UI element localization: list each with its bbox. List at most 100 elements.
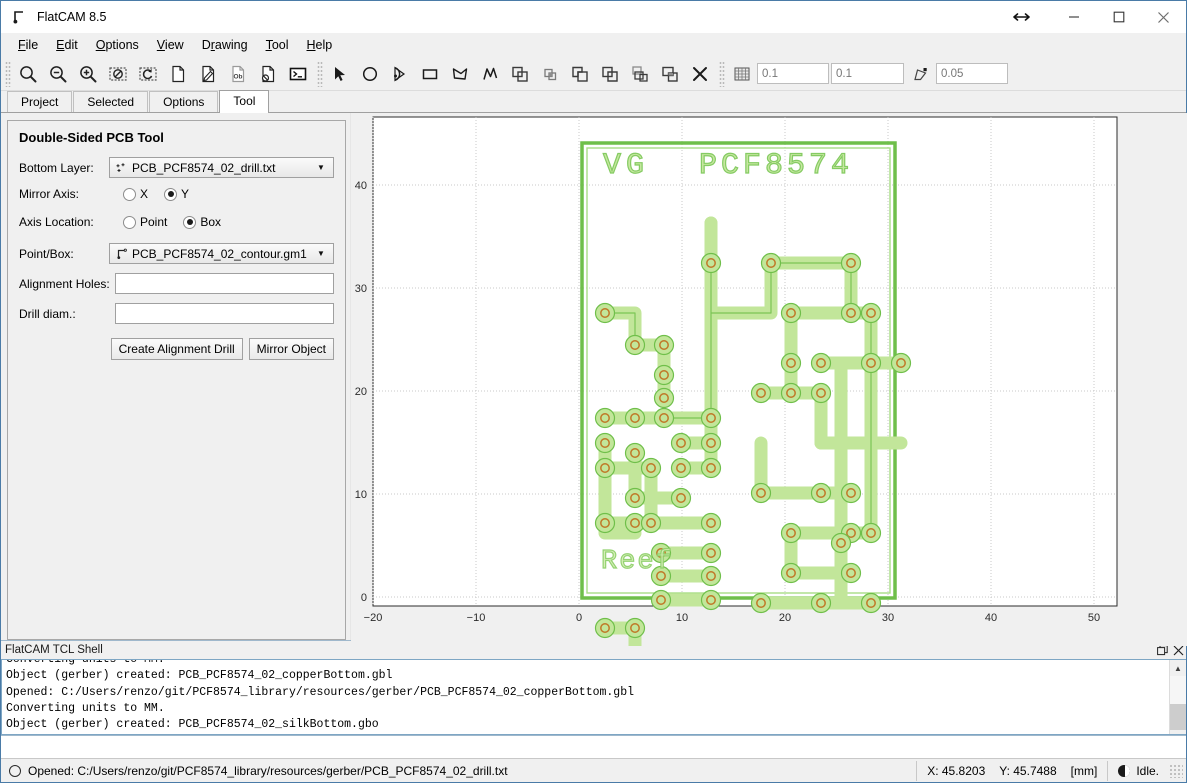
intersection-icon[interactable]	[535, 60, 565, 88]
menu-tool[interactable]: Tool	[257, 35, 298, 55]
drill-diam-input[interactable]	[115, 303, 334, 324]
pcb-pad	[780, 562, 802, 584]
snap-max-distance-input[interactable]	[936, 63, 1008, 84]
chevron-down-icon-2[interactable]: ▼	[312, 249, 330, 258]
new-project-icon[interactable]	[163, 60, 193, 88]
tab-tool[interactable]: Tool	[219, 90, 270, 113]
toolbar-grip-3[interactable]	[719, 60, 725, 87]
scroll-up-icon[interactable]: ▲	[1170, 660, 1186, 676]
select-arrow-icon[interactable]	[325, 60, 355, 88]
open-excellon-icon[interactable]	[253, 60, 283, 88]
polygon-icon[interactable]	[445, 60, 475, 88]
scroll-track[interactable]	[1170, 676, 1186, 730]
move-shape-icon[interactable]	[655, 60, 685, 88]
pcb-pad	[860, 522, 882, 544]
subtract-icon[interactable]	[565, 60, 595, 88]
flatcam-logo-icon	[11, 8, 29, 26]
mirror-axis-x-radio[interactable]	[123, 187, 136, 201]
restore-arrows-icon[interactable]	[991, 1, 1051, 33]
tab-project[interactable]: Project	[7, 91, 73, 112]
pcb-pad	[650, 589, 672, 611]
alignment-holes-input[interactable]	[115, 273, 334, 294]
tab-selected[interactable]: Selected	[73, 91, 149, 112]
point-box-combo[interactable]: PCB_PCF8574_02_contour.gm1 ▼	[109, 243, 334, 264]
scroll-thumb[interactable]	[1170, 704, 1186, 730]
pcb-pad	[700, 457, 722, 479]
shell-scrollbar[interactable]: ▲ ▼	[1169, 660, 1186, 734]
axis-location-radios: Point Box	[109, 215, 233, 229]
point-box-label: Point/Box:	[19, 246, 74, 261]
title-bar: FlatCAM 8.5	[1, 1, 1186, 33]
rectangle-icon[interactable]	[415, 60, 445, 88]
tab-options[interactable]: Options	[149, 91, 219, 112]
axis-location-box-radio[interactable]	[183, 215, 197, 229]
menu-options[interactable]: Options	[87, 35, 148, 55]
circle-icon[interactable]	[355, 60, 385, 88]
zoom-in-icon[interactable]	[73, 60, 103, 88]
status-bar: Opened: C:/Users/renzo/git/PCF8574_libra…	[1, 758, 1186, 782]
axis-location-point-radio[interactable]	[123, 215, 136, 229]
pcb-pad	[624, 617, 646, 639]
ytick-20: 20	[355, 386, 367, 398]
mirror-object-button[interactable]: Mirror Object	[248, 338, 334, 360]
pcb-pad	[810, 592, 832, 614]
maximize-button[interactable]	[1096, 1, 1141, 33]
open-gerber-icon[interactable]: Ob	[223, 60, 253, 88]
shell-command-input[interactable]	[1, 734, 1186, 758]
pcb-pad	[624, 487, 646, 509]
pcb-pad	[700, 512, 722, 534]
menu-file[interactable]: File	[9, 35, 47, 55]
ytick-10: 10	[355, 489, 367, 501]
pcb-plot-canvas[interactable]: VG PCF8574 Reef −20 −10 0 10 20 30 40 50…	[351, 113, 1187, 646]
open-project-icon[interactable]	[193, 60, 223, 88]
grid-y-input[interactable]	[831, 63, 904, 84]
path-icon[interactable]	[475, 60, 505, 88]
pcb-pad	[840, 302, 862, 324]
close-button[interactable]	[1141, 1, 1186, 33]
shell-line-4: Object (gerber) created: PCB_PCF8574_02_…	[6, 718, 379, 732]
menu-view[interactable]: View	[148, 35, 193, 55]
point-box-row: Point/Box: PCB_PCF8574_02_contour.gm1 ▼	[19, 243, 334, 264]
status-indicator-icon	[9, 764, 21, 777]
chevron-down-icon[interactable]: ▼	[312, 163, 330, 172]
toolbar-grip-1[interactable]	[5, 60, 11, 87]
zoom-out-icon[interactable]	[43, 60, 73, 88]
mirror-axis-x-label: X	[140, 187, 149, 201]
arc-icon[interactable]	[385, 60, 415, 88]
copy-shape-icon[interactable]	[625, 60, 655, 88]
snap-corner-icon[interactable]	[906, 60, 936, 88]
delete-shape-icon[interactable]	[685, 60, 715, 88]
resize-grip[interactable]	[1169, 763, 1183, 778]
pcb-pad	[760, 252, 782, 274]
menu-bar: File Edit Options View Drawing Tool Help	[1, 33, 1186, 57]
shell-output[interactable]: Converting units to MM. Object (gerber) …	[2, 660, 1169, 734]
toolbar-grip-2[interactable]	[317, 60, 323, 87]
menu-help[interactable]: Help	[298, 35, 342, 55]
status-message: Opened: C:/Users/renzo/git/PCF8574_libra…	[28, 763, 508, 778]
bottom-layer-combo[interactable]: PCB_PCF8574_02_drill.txt ▼	[109, 157, 334, 178]
panel-tab-bar: Project Selected Options Tool	[1, 90, 1186, 113]
minimize-button[interactable]	[1051, 1, 1096, 33]
tool-panel: Double-Sided PCB Tool Bottom Layer: PCB_…	[1, 113, 351, 640]
shell-line-3: Converting units to MM.	[6, 701, 165, 715]
snap-grid-icon[interactable]	[727, 60, 757, 88]
axis-location-point-label: Point	[140, 215, 168, 229]
cut-path-icon[interactable]	[595, 60, 625, 88]
pcb-pad	[700, 565, 722, 587]
pcb-pad	[700, 542, 722, 564]
zoom-fit-icon[interactable]	[13, 60, 43, 88]
shell-body: Converting units to MM. Object (gerber) …	[1, 659, 1186, 735]
create-alignment-drill-button[interactable]: Create Alignment Drill	[110, 338, 243, 360]
union-icon[interactable]	[505, 60, 535, 88]
clear-plot-icon[interactable]	[103, 60, 133, 88]
grid-x-input[interactable]	[757, 63, 829, 84]
pcb-plot-area[interactable]: VG PCF8574 Reef −20 −10 0 10 20 30 40 50…	[351, 113, 1187, 646]
shell-icon[interactable]	[283, 60, 313, 88]
menu-edit[interactable]: Edit	[47, 35, 87, 55]
menu-drawing[interactable]: Drawing	[193, 35, 257, 55]
activity-label: Idle.	[1136, 763, 1159, 778]
replot-icon[interactable]	[133, 60, 163, 88]
menu-file-rest: ile	[25, 38, 39, 52]
pcb-pad	[670, 432, 692, 454]
mirror-axis-y-radio[interactable]	[164, 187, 178, 201]
